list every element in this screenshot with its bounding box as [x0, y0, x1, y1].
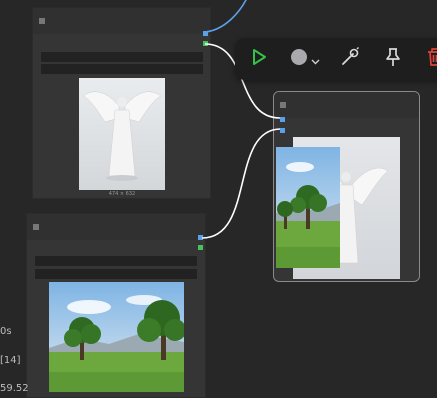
pin-button[interactable]: [381, 47, 405, 71]
output-port-image[interactable]: [198, 235, 203, 240]
image-select-widget[interactable]: [41, 52, 203, 62]
run-button[interactable]: [247, 47, 271, 71]
upload-widget[interactable]: [41, 64, 203, 74]
node-image-composite[interactable]: [273, 91, 420, 282]
bypass-button[interactable]: [338, 47, 362, 71]
image-dimensions-label: 474 × 632: [108, 191, 136, 197]
output-port-image[interactable]: [203, 31, 208, 36]
output-port-mask[interactable]: [203, 41, 208, 46]
composite-image-preview: [276, 137, 400, 279]
input-port-destination[interactable]: [280, 117, 285, 122]
left-panel-text-2: [14]: [0, 355, 21, 366]
color-circle-icon: [290, 48, 308, 70]
collapse-toggle[interactable]: [39, 18, 45, 24]
delete-button[interactable]: [423, 47, 437, 71]
left-panel-text-3: 59.52: [0, 383, 29, 394]
node-load-image-landscape[interactable]: [26, 213, 206, 398]
left-panel-text-1: 0s: [0, 326, 12, 337]
node-header[interactable]: [27, 214, 205, 240]
node-selection-toolbar: [235, 38, 437, 80]
color-picker-button[interactable]: [287, 47, 323, 71]
collapse-toggle[interactable]: [33, 224, 39, 230]
chevron-down-icon: [311, 50, 320, 69]
angel-image-preview: [79, 78, 165, 190]
landscape-image-preview: [49, 282, 184, 392]
bypass-wand-icon: [340, 47, 360, 71]
collapse-toggle[interactable]: [280, 102, 286, 108]
upload-widget[interactable]: [35, 269, 197, 279]
image-select-widget[interactable]: [35, 256, 197, 266]
trash-icon: [426, 47, 437, 71]
pin-icon: [384, 47, 402, 71]
node-load-image-angel[interactable]: 474 × 632: [32, 7, 211, 199]
play-icon: [251, 48, 267, 70]
input-port-source[interactable]: [280, 128, 285, 133]
wire-to-source: [201, 128, 281, 239]
node-header[interactable]: [274, 92, 419, 118]
output-port-mask[interactable]: [198, 245, 203, 250]
node-header[interactable]: [33, 8, 210, 34]
wire-blue-output: [204, 0, 247, 33]
